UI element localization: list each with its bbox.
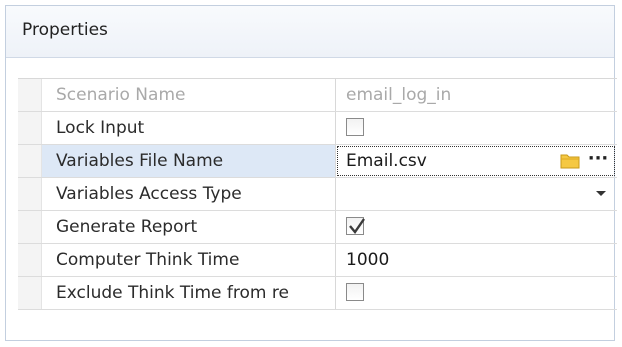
row-indent xyxy=(18,79,42,111)
exclude-think-time-checkbox[interactable] xyxy=(346,282,364,301)
checkmark-icon xyxy=(349,217,365,234)
property-row-variables-access-type[interactable]: Variables Access Type xyxy=(18,178,617,211)
property-row-lock-input[interactable]: Lock Input xyxy=(18,112,617,145)
property-row-exclude-think-time[interactable]: Exclude Think Time from re xyxy=(18,277,617,310)
panel-header: Properties xyxy=(6,6,614,58)
property-row-generate-report[interactable]: Generate Report xyxy=(18,211,617,244)
variables-access-type-select[interactable] xyxy=(336,178,616,210)
row-indent xyxy=(18,145,42,177)
folder-icon[interactable] xyxy=(560,152,580,169)
properties-panel: Properties Scenario Name email_log_in Lo… xyxy=(5,5,617,341)
ellipsis-icon[interactable]: ··· xyxy=(586,145,610,177)
property-name: Computer Think Time xyxy=(42,244,336,276)
property-name: Generate Report xyxy=(42,211,336,243)
row-indent xyxy=(18,244,42,276)
lock-input-value xyxy=(336,112,616,144)
exclude-think-time-value xyxy=(336,277,616,309)
property-name: Variables File Name xyxy=(42,145,336,177)
property-row-variables-file-name[interactable]: Variables File Name Email.csv ··· xyxy=(18,145,617,178)
chevron-down-icon[interactable] xyxy=(596,191,606,196)
property-name: Variables Access Type xyxy=(42,178,336,210)
variables-file-name-value[interactable]: Email.csv xyxy=(346,151,427,171)
lock-input-checkbox[interactable] xyxy=(346,117,364,136)
scenario-name-value: email_log_in xyxy=(346,85,452,105)
property-grid: Scenario Name email_log_in Lock Input Va… xyxy=(18,78,617,310)
row-indent xyxy=(18,112,42,144)
computer-think-time-value[interactable]: 1000 xyxy=(336,244,616,276)
row-indent xyxy=(18,277,42,309)
property-name: Scenario Name xyxy=(42,79,336,111)
generate-report-checkbox[interactable] xyxy=(346,216,365,235)
property-row-computer-think-time[interactable]: Computer Think Time 1000 xyxy=(18,244,617,277)
generate-report-value xyxy=(336,211,616,243)
row-indent xyxy=(18,178,42,210)
property-name: Exclude Think Time from re xyxy=(42,277,336,309)
property-name: Lock Input xyxy=(42,112,336,144)
variables-file-name-field[interactable]: Email.csv ··· xyxy=(336,145,616,177)
property-row-scenario-name: Scenario Name email_log_in xyxy=(18,79,617,112)
panel-title: Properties xyxy=(22,20,108,40)
row-indent xyxy=(18,211,42,243)
